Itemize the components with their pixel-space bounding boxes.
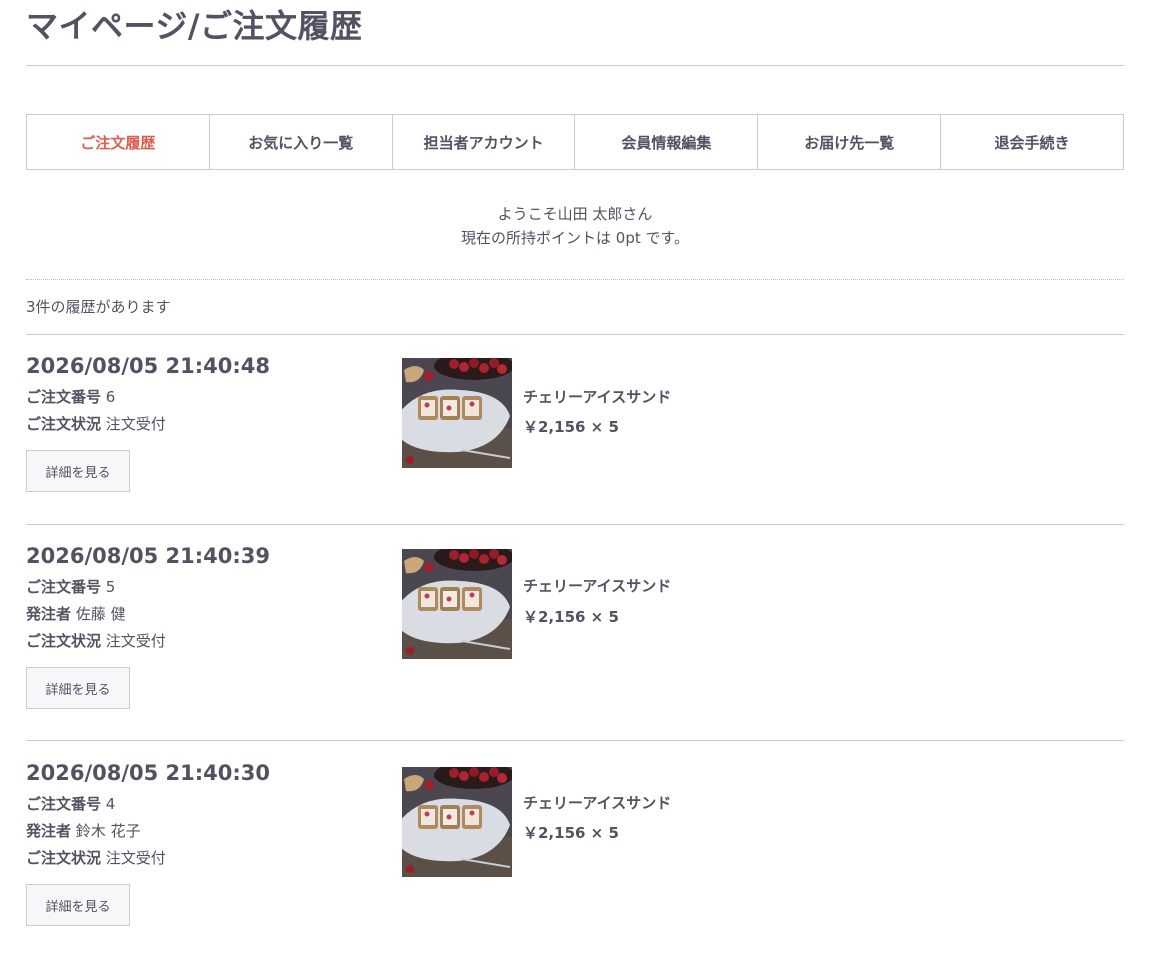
welcome-greeting: ようこそ山田 太郎さん — [497, 205, 653, 223]
product-price-quantity: ￥2,156 × 5 — [523, 608, 619, 626]
tab-withdrawal[interactable]: 退会手続き — [940, 115, 1123, 169]
orderer-value: 鈴木 花子 — [75, 822, 141, 840]
order-item: 2026/08/05 21:40:48 ご注文番号 6 ご注文状況 注文受付 詳… — [26, 352, 1124, 502]
order-item: 2026/08/05 21:40:30 ご注文番号 4 発注者 鈴木 花子 ご注… — [26, 759, 1124, 929]
order-info: ご注文番号 6 ご注文状況 注文受付 — [26, 384, 166, 438]
order-status-value: 注文受付 — [105, 849, 166, 867]
history-count: 3件の履歴があります — [26, 298, 171, 316]
orderer-label: 発注者 — [26, 822, 72, 840]
order-info: ご注文番号 4 発注者 鈴木 花子 ご注文状況 注文受付 — [26, 791, 166, 872]
order-status-value: 注文受付 — [105, 632, 166, 650]
order-number-value: 6 — [105, 388, 116, 406]
order-divider — [26, 524, 1124, 525]
order-number-label: ご注文番号 — [26, 578, 102, 596]
view-detail-button[interactable]: 詳細を見る — [26, 450, 130, 492]
order-status-row: ご注文状況 注文受付 — [26, 845, 166, 872]
order-number-value: 4 — [105, 795, 116, 813]
point-balance: 現在の所持ポイントは 0pt です。 — [461, 229, 689, 247]
product-price-quantity: ￥2,156 × 5 — [523, 824, 619, 842]
order-item: 2026/08/05 21:40:39 ご注文番号 5 発注者 佐藤 健 ご注文… — [26, 542, 1124, 712]
order-number-label: ご注文番号 — [26, 795, 102, 813]
cherry-ice-sandwich-photo-icon — [402, 358, 512, 468]
order-status-value: 注文受付 — [105, 415, 166, 433]
tab-staff-account[interactable]: 担当者アカウント — [391, 115, 575, 169]
tab-delivery-addresses[interactable]: お届け先一覧 — [757, 115, 940, 169]
orderer-row: 発注者 鈴木 花子 — [26, 818, 166, 845]
product-name[interactable]: チェリーアイスサンド — [523, 793, 671, 813]
welcome-message: ようこそ山田 太郎さん 現在の所持ポイントは 0pt です。 — [26, 202, 1124, 250]
product-thumbnail[interactable] — [402, 549, 512, 659]
product-price-quantity: ￥2,156 × 5 — [523, 418, 619, 436]
tab-favorites[interactable]: お気に入り一覧 — [208, 115, 392, 169]
product-thumbnail[interactable] — [402, 767, 512, 877]
orderer-label: 発注者 — [26, 605, 72, 623]
order-datetime: 2026/08/05 21:40:30 — [26, 761, 271, 785]
order-divider — [26, 740, 1124, 741]
order-number-row: ご注文番号 5 — [26, 574, 166, 601]
tab-member-info-edit[interactable]: 会員情報編集 — [574, 115, 757, 169]
order-status-label: ご注文状況 — [26, 415, 102, 433]
order-status-row: ご注文状況 注文受付 — [26, 411, 166, 438]
page-title: マイページ/ご注文履歴 — [26, 7, 363, 45]
product-name[interactable]: チェリーアイスサンド — [523, 576, 671, 596]
mypage-tabs: ご注文履歴 お気に入り一覧 担当者アカウント 会員情報編集 お届け先一覧 退会手… — [26, 114, 1124, 170]
order-number-row: ご注文番号 4 — [26, 791, 166, 818]
title-divider — [26, 65, 1124, 66]
cherry-ice-sandwich-photo-icon — [402, 549, 512, 659]
product-name[interactable]: チェリーアイスサンド — [523, 387, 671, 407]
view-detail-button[interactable]: 詳細を見る — [26, 884, 130, 926]
order-number-label: ご注文番号 — [26, 388, 102, 406]
welcome-divider — [26, 279, 1124, 280]
tab-order-history[interactable]: ご注文履歴 — [27, 115, 209, 169]
orderer-row: 発注者 佐藤 健 — [26, 601, 166, 628]
order-datetime: 2026/08/05 21:40:39 — [26, 544, 271, 568]
view-detail-button[interactable]: 詳細を見る — [26, 667, 130, 709]
order-status-label: ご注文状況 — [26, 849, 102, 867]
product-thumbnail[interactable] — [402, 358, 512, 468]
order-number-value: 5 — [105, 578, 116, 596]
order-number-row: ご注文番号 6 — [26, 384, 166, 411]
order-status-row: ご注文状況 注文受付 — [26, 628, 166, 655]
orderer-value: 佐藤 健 — [75, 605, 126, 623]
order-datetime: 2026/08/05 21:40:48 — [26, 354, 271, 378]
order-status-label: ご注文状況 — [26, 632, 102, 650]
order-info: ご注文番号 5 発注者 佐藤 健 ご注文状況 注文受付 — [26, 574, 166, 655]
order-divider — [26, 334, 1124, 335]
cherry-ice-sandwich-photo-icon — [402, 767, 512, 877]
